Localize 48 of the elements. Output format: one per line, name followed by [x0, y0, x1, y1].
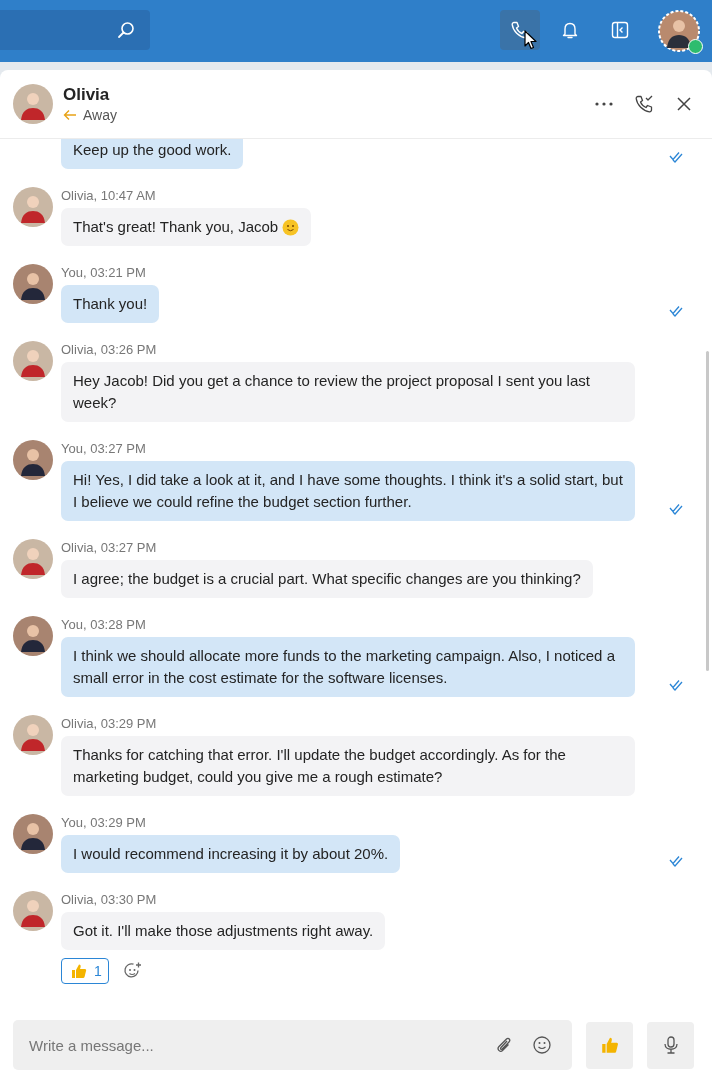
message-text: Thanks for catching that error. I'll update the budget accordingly. As for the marketing budget, could you give me a rough estimate? — [73, 745, 567, 787]
message-field[interactable]: Write a message... — [13, 1020, 572, 1070]
message-text: I think we should allocate more funds to the marketing campaign. Also, I noticed a small error in the cost estimate for the software licenses. — [73, 646, 616, 688]
search-icon — [117, 21, 135, 39]
add-reaction-icon[interactable] — [122, 961, 143, 981]
message-text: Hey Jacob! Did you get a chance to review the project proposal I sent you last week? — [73, 371, 591, 413]
microphone-icon — [661, 1035, 680, 1055]
contact-status: Away — [83, 107, 117, 123]
contact-avatar — [13, 539, 53, 579]
message-text: I agree; the budget is a crucial part. What specific changes are you thinking? — [73, 569, 581, 589]
user-avatar[interactable] — [658, 10, 700, 52]
reaction-chip[interactable]: 1 — [61, 958, 109, 984]
message-input[interactable]: Write a message... — [27, 1035, 476, 1055]
contact-avatar — [13, 715, 53, 755]
thumbs-up-icon — [70, 962, 88, 980]
contact-avatar — [13, 341, 53, 381]
contact-name: Olivia — [63, 85, 111, 105]
message-meta: You, 03:27 PM — [61, 441, 147, 456]
scrollbar[interactable] — [706, 351, 709, 671]
search-field[interactable] — [0, 10, 150, 50]
message-meta: Olivia, 03:29 PM — [61, 716, 158, 731]
user-avatar — [13, 264, 53, 304]
message-text: Keep up the good work. — [73, 140, 232, 160]
contact-avatar — [13, 84, 53, 124]
message-text: Got it. I'll make those adjustments right away. — [73, 921, 374, 941]
user-avatar — [13, 616, 53, 656]
message-text: Thank you! — [73, 294, 148, 314]
away-arrow-icon — [63, 109, 77, 121]
contact-avatar — [13, 187, 53, 227]
message-meta: You, 03:28 PM — [61, 617, 147, 632]
user-avatar — [13, 814, 53, 854]
call-button[interactable] — [500, 10, 540, 50]
cursor-icon — [524, 30, 537, 50]
thumbs-up-icon — [599, 1035, 620, 1055]
message-text: I would recommend increasing it by about 20%. — [73, 844, 389, 864]
microphone-button[interactable] — [647, 1021, 694, 1069]
message-meta: Olivia, 10:47 AM — [61, 188, 157, 203]
user-avatar — [13, 440, 53, 480]
message-meta: Olivia, 03:30 PM — [61, 892, 158, 907]
message-text: That's great! Thank you, Jacob — [73, 217, 279, 237]
message-meta: You, 03:29 PM — [61, 815, 147, 830]
contact-avatar — [13, 891, 53, 931]
message-meta: Olivia, 03:26 PM — [61, 342, 158, 357]
emoji-icon[interactable] — [532, 1035, 552, 1055]
message-text: Hi! Yes, I did take a look at it, and I have some thoughts. I think it's a solid start, but I believe we could refine the budget section further. — [73, 470, 623, 512]
message-meta: Olivia, 03:27 PM — [61, 540, 158, 555]
thumbs-up-button[interactable] — [586, 1021, 633, 1069]
message-meta: You, 03:21 PM — [61, 265, 147, 280]
